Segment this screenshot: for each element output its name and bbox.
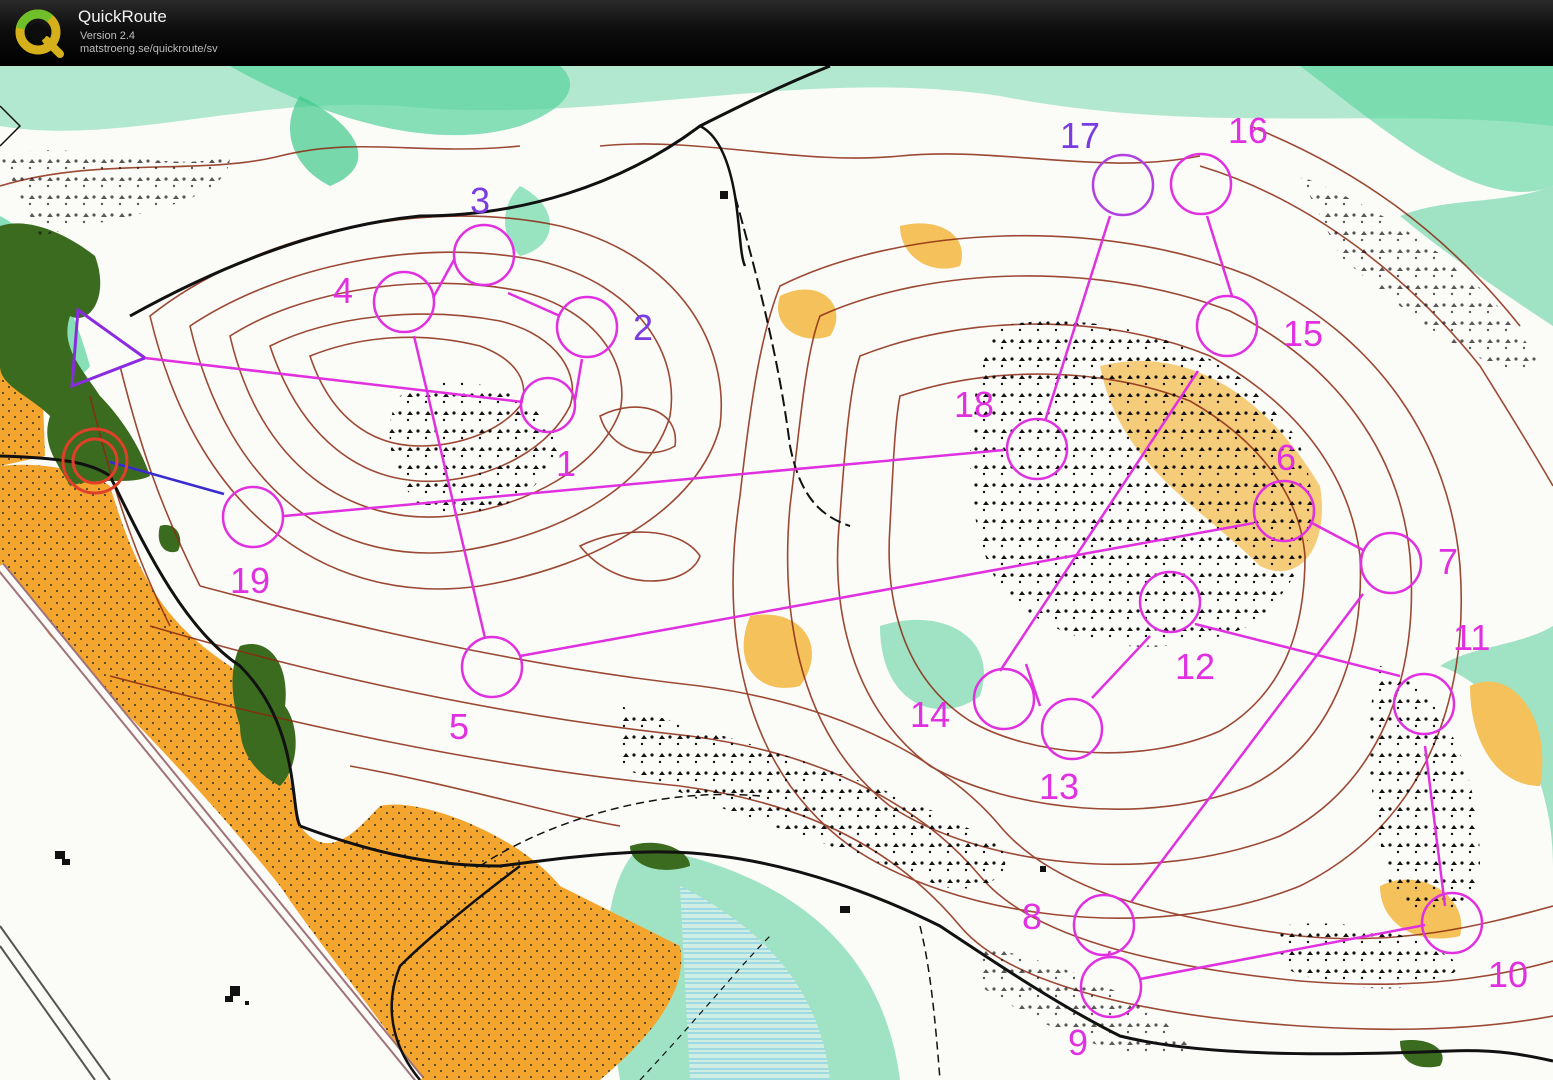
control-label-8: 8 <box>1022 896 1042 937</box>
control-label-2: 2 <box>633 307 653 348</box>
control-label-6: 6 <box>1276 437 1296 478</box>
app-title: QuickRoute <box>78 7 167 26</box>
quickroute-logo-icon <box>14 6 66 58</box>
control-label-15: 15 <box>1283 313 1323 354</box>
app-version: Version 2.4 <box>80 30 136 42</box>
app-url[interactable]: matstroeng.se/quickroute/sv <box>80 43 218 55</box>
control-label-11: 11 <box>1453 617 1490 658</box>
control-label-12: 12 <box>1175 646 1215 687</box>
control-label-9: 9 <box>1068 1022 1088 1063</box>
orienteering-map[interactable]: 1 2 3 4 5 6 7 8 9 10 11 12 13 14 15 16 1… <box>0 66 1553 1080</box>
title-bar: QuickRoute Version 2.4 matstroeng.se/qui… <box>0 0 1553 66</box>
control-label-19: 19 <box>230 560 270 601</box>
control-label-3: 3 <box>470 180 490 221</box>
control-label-5: 5 <box>449 706 469 747</box>
control-label-4: 4 <box>333 270 353 311</box>
control-label-10: 10 <box>1488 954 1528 995</box>
control-label-17: 17 <box>1060 115 1100 156</box>
control-label-7: 7 <box>1438 541 1458 582</box>
control-label-18: 18 <box>954 384 994 425</box>
control-label-14: 14 <box>910 694 950 735</box>
control-label-13: 13 <box>1039 766 1079 807</box>
map-canvas: 1 2 3 4 5 6 7 8 9 10 11 12 13 14 15 16 1… <box>0 66 1553 1080</box>
control-label-16: 16 <box>1228 110 1268 151</box>
control-label-1: 1 <box>556 443 576 484</box>
